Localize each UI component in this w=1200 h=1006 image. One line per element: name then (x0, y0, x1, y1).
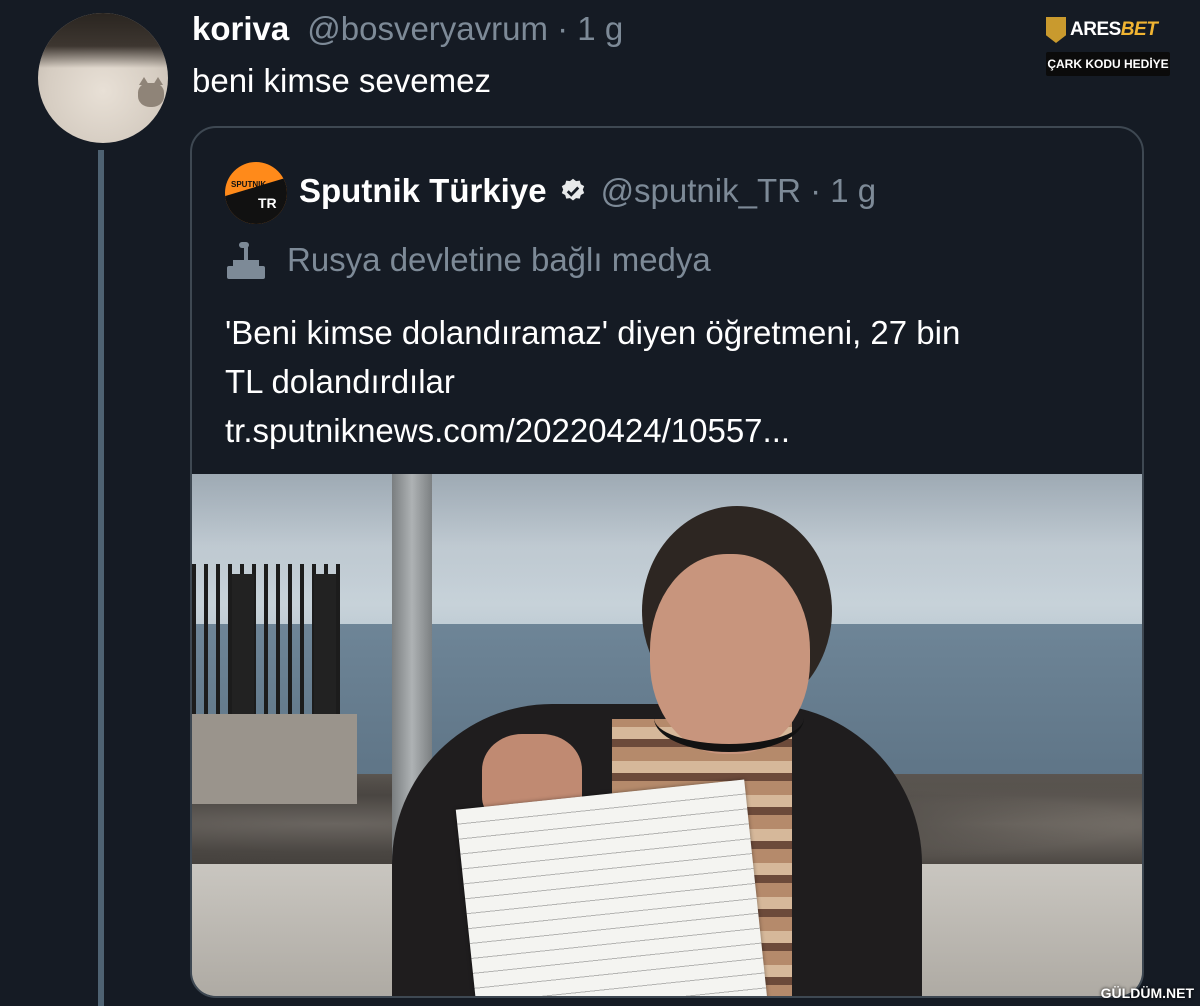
tweet-header: koriva @bosveryavrum · 1 g (192, 10, 623, 54)
tweet-text: beni kimse sevemez (192, 62, 491, 99)
author-name[interactable]: koriva (192, 10, 289, 48)
avatar-shape (225, 177, 287, 224)
body-line: TL dolandırdılar (225, 363, 455, 400)
shield-icon (1046, 17, 1066, 43)
photo-document (455, 779, 769, 996)
photo-mask (654, 684, 804, 752)
brand-name: ARESBET (1070, 19, 1158, 40)
state-media-label[interactable]: Rusya devletine bağlı medya (225, 240, 711, 280)
quoted-author-name[interactable]: Sputnik Türkiye (299, 172, 547, 210)
body-line: 'Beni kimse dolandıramaz' diyen öğretmen… (225, 314, 961, 351)
photo-pier (192, 714, 357, 804)
avatar-text: TR (258, 195, 277, 211)
avatar-small-text: SPUTNIK (231, 180, 267, 189)
photo-fence-post (314, 574, 336, 724)
quoted-tweet-card[interactable]: SPUTNIK TR Sputnik Türkiye @sputnik_TR ·… (190, 126, 1144, 998)
aresbet-logo: ARESBET (1046, 15, 1172, 45)
thread-line (98, 150, 104, 1006)
sputnik-avatar[interactable]: SPUTNIK TR (225, 162, 287, 224)
user-avatar[interactable] (38, 13, 168, 143)
quoted-author-handle[interactable]: @sputnik_TR · 1 g (601, 172, 877, 210)
media-label-text: Rusya devletine bağlı medya (287, 241, 711, 278)
photo-fence-post (232, 574, 254, 724)
news-photo[interactable] (192, 474, 1142, 996)
kitten-image (138, 77, 164, 107)
quoted-tweet-header: Sputnik Türkiye @sputnik_TR · 1 g (299, 172, 876, 210)
podium-icon (227, 242, 265, 279)
verified-badge-icon (561, 178, 584, 201)
avatar-shade (38, 13, 168, 68)
quoted-tweet-body: 'Beni kimse dolandıramaz' diyen öğretmen… (225, 308, 1105, 455)
author-handle[interactable]: @bosveryavrum · 1 g (307, 10, 623, 48)
site-watermark: GÜLDÜM.NET (1100, 985, 1194, 1001)
brand-badge: ÇARK KODU HEDİYE (1046, 52, 1170, 76)
article-link[interactable]: tr.sputniknews.com/20220424/10557... (225, 406, 1105, 455)
